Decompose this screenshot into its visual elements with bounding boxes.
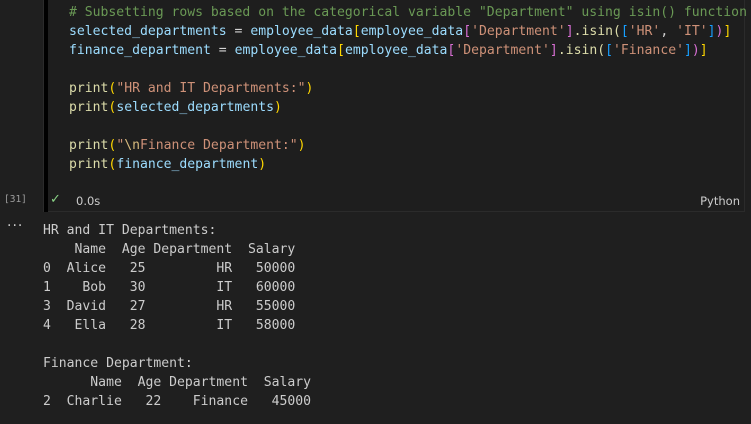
code-line-1: # Subsetting rows based on the categoric… [69,3,747,22]
code-token: ] [699,43,708,58]
check-icon: ✓ [50,192,61,207]
code-token: ] [707,24,716,39]
code-token: .isin( [573,24,621,39]
code-token: print [69,138,109,153]
cell-focus-bar [44,0,48,212]
cell-status-bar: ✓ 0.0s Python [44,190,744,212]
code-token: [ [337,43,345,58]
code-token: [ [605,43,614,58]
execution-time: 0.0s [76,194,101,208]
code-token: employee_data [234,43,338,58]
code-token: \n [124,138,140,153]
output-line: 2 Charlie 22 Finance 45000 [43,394,312,409]
output-line: 0 Alice 25 HR 50000 [43,261,296,276]
code-token: ) [305,81,314,96]
output-line: 3 David 27 HR 55000 [43,299,296,314]
output-line: Finance Department: [43,356,193,371]
code-token: print [69,100,109,115]
cell-output: HR and IT Departments: Name Age Departme… [43,221,311,411]
code-token: employee_data [250,24,353,39]
code-token: finance_department [69,43,211,58]
code-comment: # Subsetting rows based on the categoric… [69,5,747,20]
output-line: Name Age Department Salary [43,242,296,257]
code-token: [ [463,24,472,39]
code-token: finance_department [116,157,259,172]
output-line: Name Age Department Salary [43,375,312,390]
code-token: .isin( [557,43,606,58]
code-token: ] [549,43,558,58]
code-token: Finance Department:" [139,138,298,153]
code-token: ] [683,43,692,58]
code-token: 'Department' [455,43,550,58]
output-line: HR and IT Departments: [43,223,217,238]
code-token: ) [258,157,267,172]
code-token: ] [723,24,732,39]
code-line-6: print(selected_departments) [69,98,747,117]
code-line-8: print("\nFinance Department:") [69,136,747,155]
code-token: print [69,81,109,96]
code-token: ) [691,43,700,58]
code-token: 'HR' [628,24,661,39]
execution-count: [31] [4,194,27,205]
language-selector[interactable]: Python [700,194,740,208]
code-token: 'Department' [471,24,566,39]
code-line-5: print("HR and IT Departments:") [69,79,747,98]
code-token: print [69,157,109,172]
code-token: employee_data [360,24,464,39]
code-token: = [226,24,251,39]
output-line: 1 Bob 30 IT 60000 [43,280,296,295]
output-line: 4 Ella 28 IT 58000 [43,318,296,333]
code-cell[interactable]: # Subsetting rows based on the categoric… [43,0,747,212]
code-token: 'Finance' [613,43,684,58]
code-token: = [210,43,235,58]
code-line-3: finance_department = employee_data[emplo… [69,41,747,60]
code-line-2: selected_departments = employee_data[emp… [69,22,747,41]
code-token: ) [297,138,306,153]
code-token: employee_data [344,43,448,58]
code-token: ] [565,24,574,39]
code-token: "HR and IT Departments:" [116,81,306,96]
code-token: selected_departments [116,100,274,115]
code-token: , [660,24,677,39]
more-actions-icon[interactable]: ··· [7,218,23,234]
code-line-9: print(finance_department) [69,155,747,174]
code-editor[interactable]: # Subsetting rows based on the categoric… [69,3,747,174]
code-token: ) [273,100,282,115]
code-token: selected_departments [69,24,227,39]
code-token: 'IT' [676,24,708,39]
code-token: [ [620,24,629,39]
code-token: [ [352,24,361,39]
